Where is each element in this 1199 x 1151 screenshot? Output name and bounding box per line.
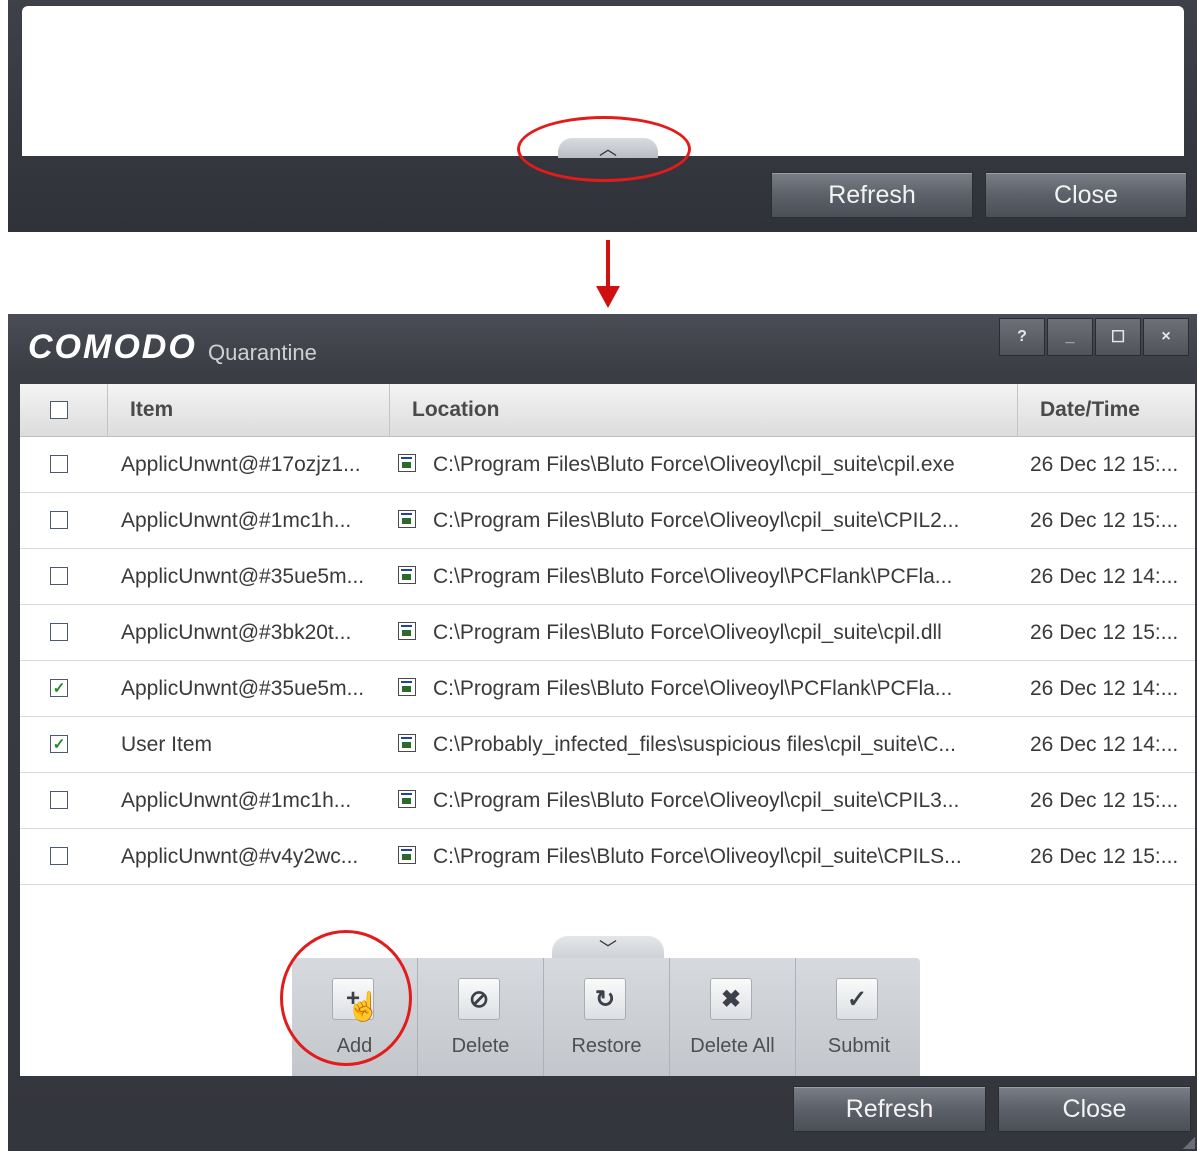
row-checkbox[interactable] xyxy=(50,455,68,473)
refresh-button-bottom[interactable]: Refresh xyxy=(793,1086,986,1132)
row-checkbox[interactable] xyxy=(50,567,68,585)
item-name: ApplicUnwnt@#3bk20t... xyxy=(121,620,352,644)
item-name: ApplicUnwnt@#1mc1h... xyxy=(121,508,352,532)
item-datetime: 26 Dec 12 14:... xyxy=(1030,676,1179,700)
row-checkbox[interactable] xyxy=(50,511,68,529)
delete-label: Delete xyxy=(451,1035,510,1057)
item-location: C:\Program Files\Bluto Force\Oliveoyl\PC… xyxy=(433,676,953,700)
row-checkbox[interactable] xyxy=(50,623,68,641)
hand-cursor-icon: ☝ xyxy=(346,991,381,1022)
restore-label: Restore xyxy=(571,1035,642,1057)
item-location: C:\Program Files\Bluto Force\Oliveoyl\cp… xyxy=(433,788,960,812)
close-window-button[interactable]: × xyxy=(1143,318,1189,356)
delete-all-button[interactable]: ✖ Delete All xyxy=(670,958,796,1076)
file-icon xyxy=(398,678,416,696)
down-arrow xyxy=(606,240,610,290)
maximize-button[interactable]: ☐ xyxy=(1095,318,1141,356)
column-header-location[interactable]: Location xyxy=(390,384,1018,436)
select-all-header xyxy=(20,384,108,436)
item-location: C:\Probably_infected_files\suspicious fi… xyxy=(433,732,956,756)
table-row[interactable]: ApplicUnwnt@#3bk20t... C:\Program Files\B… xyxy=(20,605,1195,661)
table-row[interactable]: ApplicUnwnt@#1mc1h... C:\Program Files\Bl… xyxy=(20,493,1195,549)
restore-icon: ↻ xyxy=(584,978,626,1020)
window-controls: ? _ ☐ × xyxy=(997,318,1189,356)
row-checkbox-checked[interactable]: ✓ xyxy=(50,679,68,697)
select-all-checkbox[interactable] xyxy=(50,401,68,419)
table-row[interactable]: ApplicUnwnt@#v4y2wc... C:\Program Files\B… xyxy=(20,829,1195,885)
table-rows: ApplicUnwnt@#17ozjz1... C:\Program Files\… xyxy=(20,437,1195,885)
close-button[interactable]: Close xyxy=(985,172,1187,218)
item-datetime: 26 Dec 12 15:... xyxy=(1030,452,1179,476)
delete-all-label: Delete All xyxy=(690,1035,775,1057)
submit-button[interactable]: ✓ Submit xyxy=(796,958,922,1076)
collapse-toolbar-tab[interactable]: ﹀ xyxy=(552,936,664,960)
item-datetime: 26 Dec 12 15:... xyxy=(1030,788,1179,812)
file-icon xyxy=(398,454,416,472)
file-icon xyxy=(398,846,416,864)
item-name: ApplicUnwnt@#1mc1h... xyxy=(121,788,352,812)
column-header-datetime[interactable]: Date/Time xyxy=(1018,384,1195,436)
table-row[interactable]: ApplicUnwnt@#35ue5m... C:\Program Files\B… xyxy=(20,549,1195,605)
highlight-circle-expand xyxy=(517,116,691,182)
row-checkbox-checked[interactable]: ✓ xyxy=(50,735,68,753)
refresh-button[interactable]: Refresh xyxy=(771,172,973,218)
quarantine-table: Item Location Date/Time ApplicUnwnt@#17o… xyxy=(20,384,1195,1076)
resize-grip[interactable] xyxy=(1183,1137,1195,1149)
item-location: C:\Program Files\Bluto Force\Oliveoyl\cp… xyxy=(433,620,942,644)
file-icon xyxy=(398,510,416,528)
item-location: C:\Program Files\Bluto Force\Oliveoyl\cp… xyxy=(433,844,962,868)
table-row[interactable]: ✓ ApplicUnwnt@#35ue5m... C:\Program Files\… xyxy=(20,661,1195,717)
item-location: C:\Program Files\Bluto Force\Oliveoyl\PC… xyxy=(433,564,953,588)
table-header: Item Location Date/Time xyxy=(20,384,1195,437)
item-location: C:\Program Files\Bluto Force\Oliveoyl\cp… xyxy=(433,508,960,532)
block-icon: ⊘ xyxy=(458,978,500,1020)
submit-label: Submit xyxy=(827,1035,891,1057)
delete-button[interactable]: ⊘ Delete xyxy=(418,958,544,1076)
item-name: ApplicUnwnt@#17ozjz1... xyxy=(121,452,361,476)
item-location: C:\Program Files\Bluto Force\Oliveoyl\cp… xyxy=(433,452,955,476)
window-title: Quarantine xyxy=(208,340,317,365)
item-datetime: 26 Dec 12 15:... xyxy=(1030,844,1179,868)
column-header-item[interactable]: Item xyxy=(108,384,390,436)
down-arrow-head xyxy=(596,286,620,308)
item-name: ApplicUnwnt@#v4y2wc... xyxy=(121,844,359,868)
file-icon xyxy=(398,790,416,808)
item-name: ApplicUnwnt@#35ue5m... xyxy=(121,676,365,700)
item-datetime: 26 Dec 12 14:... xyxy=(1030,732,1179,756)
item-datetime: 26 Dec 12 15:... xyxy=(1030,620,1179,644)
close-button-bottom[interactable]: Close xyxy=(998,1086,1191,1132)
item-datetime: 26 Dec 12 15:... xyxy=(1030,508,1179,532)
row-checkbox[interactable] xyxy=(50,791,68,809)
minimize-button[interactable]: _ xyxy=(1047,318,1093,356)
item-datetime: 26 Dec 12 14:... xyxy=(1030,564,1179,588)
check-icon: ✓ xyxy=(836,978,878,1020)
file-icon xyxy=(398,734,416,752)
row-checkbox[interactable] xyxy=(50,847,68,865)
comodo-logo: COMODO xyxy=(28,328,197,366)
table-row[interactable]: ApplicUnwnt@#17ozjz1... C:\Program Files\… xyxy=(20,437,1195,493)
restore-button[interactable]: ↻ Restore xyxy=(544,958,670,1076)
help-button[interactable]: ? xyxy=(999,318,1045,356)
item-name: User Item xyxy=(121,732,213,756)
file-icon xyxy=(398,622,416,640)
item-name: ApplicUnwnt@#35ue5m... xyxy=(121,564,365,588)
x-icon: ✖ xyxy=(710,978,752,1020)
table-row[interactable]: ✓ User Item C:\Probably_infected_files\sus… xyxy=(20,717,1195,773)
file-icon xyxy=(398,566,416,584)
table-row[interactable]: ApplicUnwnt@#1mc1h... C:\Program Files\Bl… xyxy=(20,773,1195,829)
quarantine-window: COMODO Quarantine ? _ ☐ × Item Location … xyxy=(8,314,1197,1151)
